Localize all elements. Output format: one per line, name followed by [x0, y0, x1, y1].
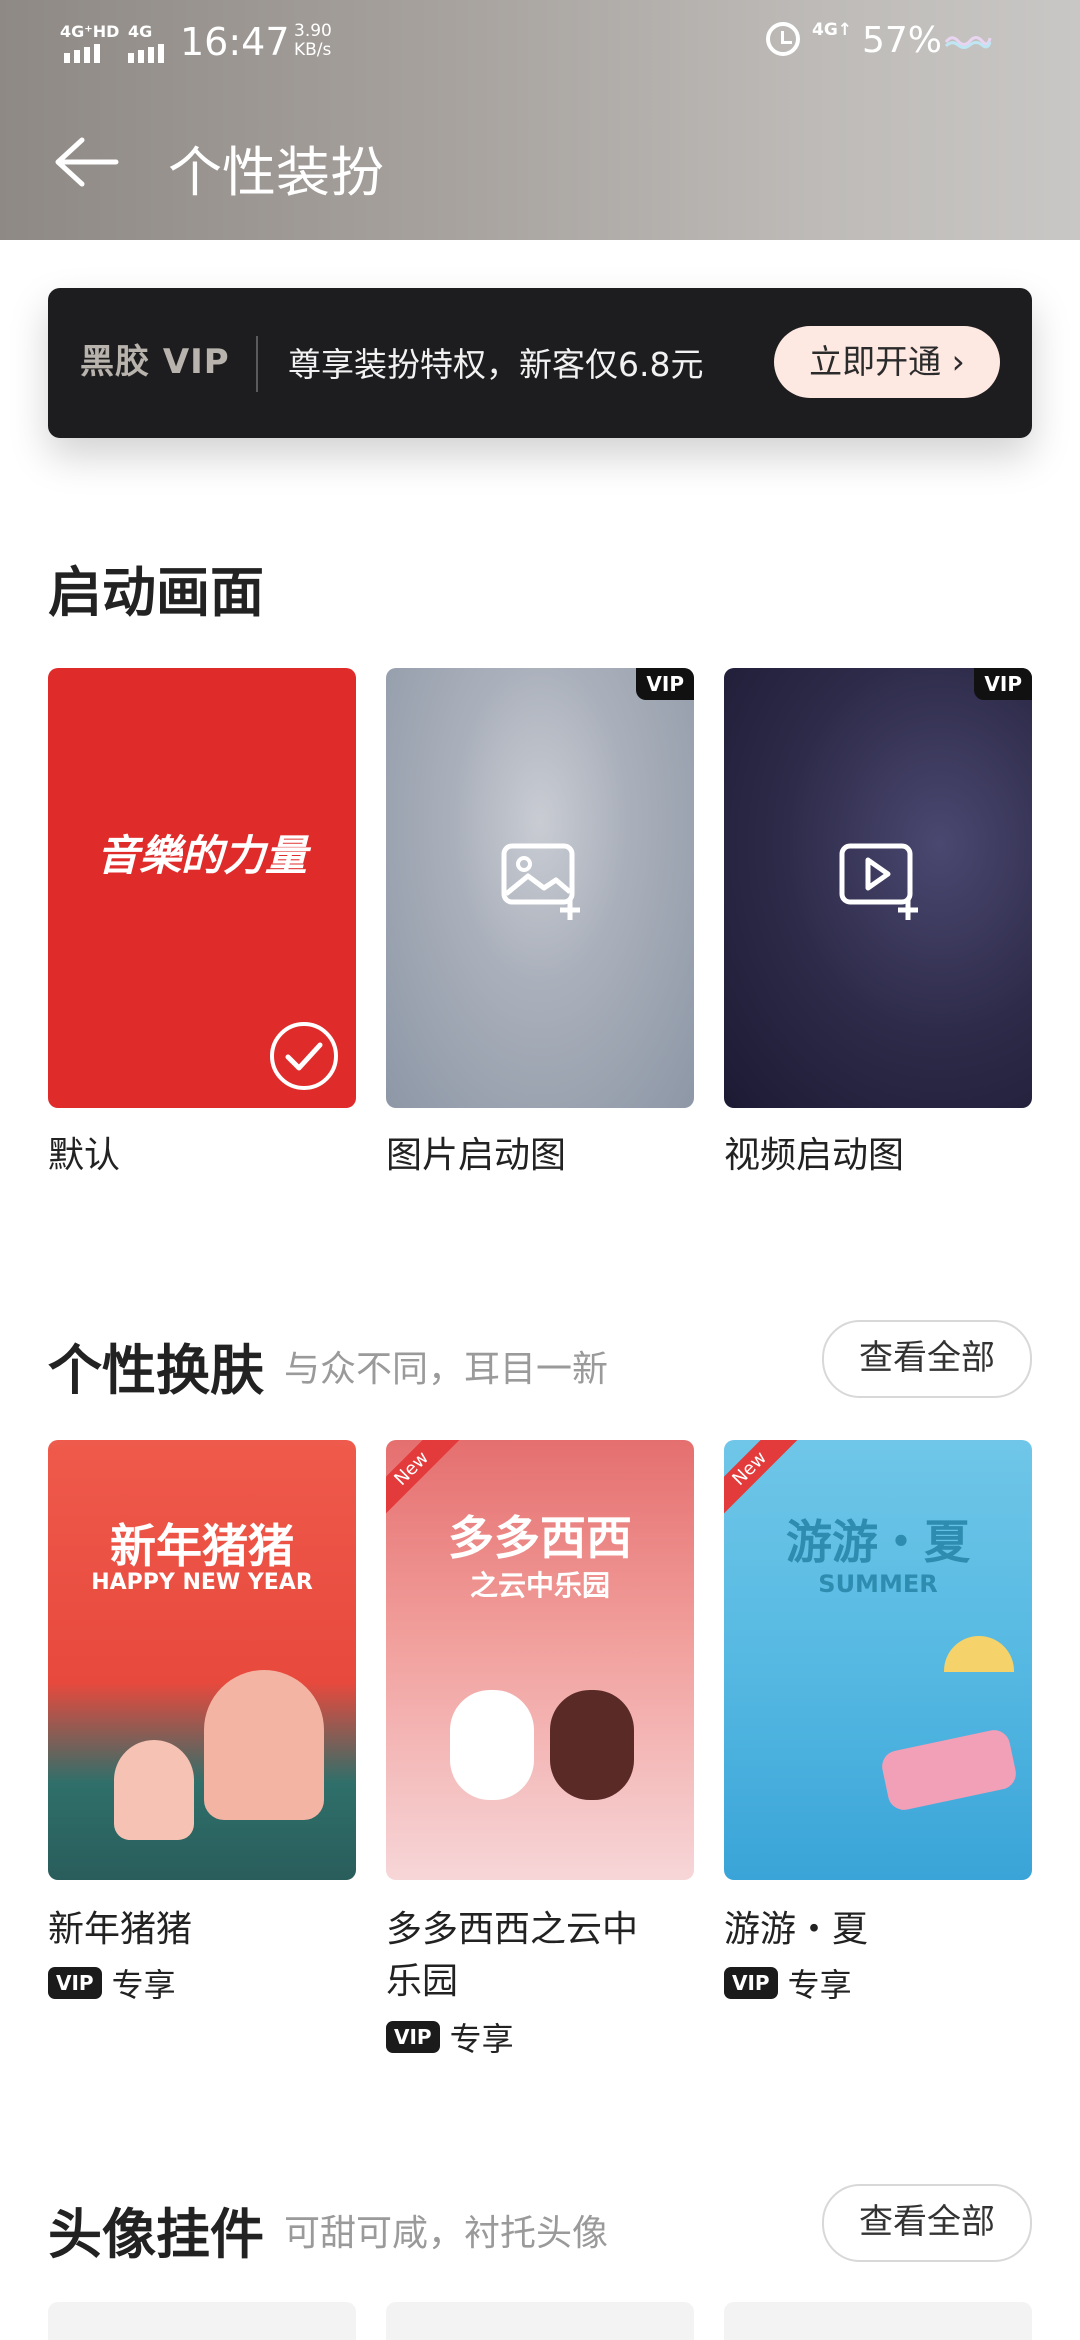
clock: 16:47	[180, 20, 290, 64]
avatar-pendant-view-all-button[interactable]: 查看全部	[822, 2184, 1032, 2262]
vip-exclusive-text: 专享	[787, 1966, 852, 2004]
startup-card-default[interactable]: 音樂的力量	[48, 668, 356, 1108]
skin-vip-tag: VIP 专享	[48, 1966, 176, 2004]
vip-badge: VIP	[386, 2021, 440, 2053]
avatar-pendant-section-title: 头像挂件	[48, 2203, 264, 2266]
skin-label-duoduo-xixi: 多多西西之云中 乐园	[386, 1904, 638, 2008]
piglet-illustration	[114, 1740, 194, 1840]
speed-unit: KB/s	[294, 40, 332, 60]
skin-vip-tag: VIP 专享	[386, 2020, 514, 2058]
skin-art-subtitle: HAPPY NEW YEAR	[91, 1570, 313, 1595]
alarm-icon	[766, 22, 800, 56]
page-title: 个性装扮	[168, 141, 384, 204]
skin-label-summer: 游游・夏	[724, 1909, 869, 1950]
battery-wave-icon	[944, 36, 992, 49]
add-image-icon	[501, 843, 580, 920]
startup-label-image: 图片启动图	[386, 1135, 567, 1176]
skin-label-new-year-pig: 新年猪猪	[48, 1909, 193, 1950]
pendant-card[interactable]	[724, 2302, 1032, 2340]
skin-art-subtitle: 之云中乐园	[469, 1569, 610, 1602]
pendant-card[interactable]	[48, 2302, 356, 2340]
vip-exclusive-text: 专享	[449, 2020, 514, 2058]
vip-corner-badge: VIP	[636, 668, 694, 700]
vip-corner-badge: VIP	[974, 668, 1032, 700]
banner-divider	[256, 336, 258, 392]
skin-vip-tag: VIP 专享	[724, 1966, 852, 2004]
startup-section-title: 启动画面	[48, 561, 264, 624]
selected-check-icon	[270, 1022, 338, 1090]
skin-card-duoduo-xixi[interactable]: New 多多西西 之云中乐园	[386, 1440, 694, 1880]
vip-promo-banner[interactable]: 黑胶 VIP 尊享装扮特权，新客仅6.8元 立即开通 ›	[48, 288, 1032, 438]
startup-card-video[interactable]: VIP	[724, 668, 1032, 1108]
white-character-illustration	[450, 1690, 534, 1800]
status-bar: 4G⁺HD 4G 16:47 3.90 KB/s 4G↑ 57%	[0, 18, 1080, 74]
skin-art-title: 多多西西	[448, 1511, 632, 1565]
vip-badge: VIP	[48, 1967, 102, 1999]
skins-section-title: 个性换肤	[48, 1339, 264, 1402]
skins-view-all-button[interactable]: 查看全部	[822, 1320, 1032, 1398]
startup-label-default: 默认	[48, 1135, 121, 1176]
pig-illustration	[204, 1670, 324, 1820]
vip-logo: 黑胶 VIP	[80, 342, 230, 382]
skin-art-title: 新年猪猪	[110, 1519, 294, 1573]
network-speed: 3.90 KB/s	[294, 22, 332, 60]
pendant-card[interactable]	[386, 2302, 694, 2340]
vip-exclusive-text: 专享	[111, 1966, 176, 2004]
default-card-text: 音樂的力量	[96, 831, 307, 880]
activate-vip-button[interactable]: 立即开通 ›	[774, 326, 1000, 398]
back-arrow-icon[interactable]	[50, 132, 120, 192]
startup-card-image[interactable]: VIP	[386, 668, 694, 1108]
vip-promo-text: 尊享装扮特权，新客仅6.8元	[288, 345, 704, 384]
skins-section-subtitle: 与众不同，耳目一新	[284, 1349, 609, 1390]
speed-value: 3.90	[294, 21, 332, 41]
network-label-2: 4G↑	[812, 20, 853, 40]
pool-float-illustration	[879, 1727, 1019, 1813]
signal-label-1: 4G⁺HD	[60, 22, 120, 41]
skin-art-subtitle: SUMMER	[818, 1570, 938, 1598]
avatar-pendant-subtitle: 可甜可咸，衬托头像	[284, 2213, 609, 2254]
signal-bars-1-icon	[64, 44, 100, 63]
startup-label-video: 视频启动图	[724, 1135, 905, 1176]
signal-label-2: 4G	[128, 22, 153, 41]
brown-character-illustration	[550, 1690, 634, 1800]
skin-card-summer[interactable]: New 游游・夏 SUMMER	[724, 1440, 1032, 1880]
umbrella-illustration	[944, 1636, 1014, 1672]
header-bar: 4G⁺HD 4G 16:47 3.90 KB/s 4G↑ 57% 个性装扮	[0, 0, 1080, 240]
skin-art-title: 游游・夏	[786, 1515, 970, 1569]
skin-label-line2: 乐园	[386, 1961, 459, 2002]
skin-card-new-year-pig[interactable]: 新年猪猪 HAPPY NEW YEAR	[48, 1440, 356, 1880]
battery-percent: 57%	[862, 20, 943, 61]
skin-label-line1: 多多西西之云中	[386, 1909, 639, 1950]
vip-badge: VIP	[724, 1967, 778, 1999]
add-video-icon	[839, 843, 918, 920]
signal-bars-2-icon	[128, 44, 164, 63]
